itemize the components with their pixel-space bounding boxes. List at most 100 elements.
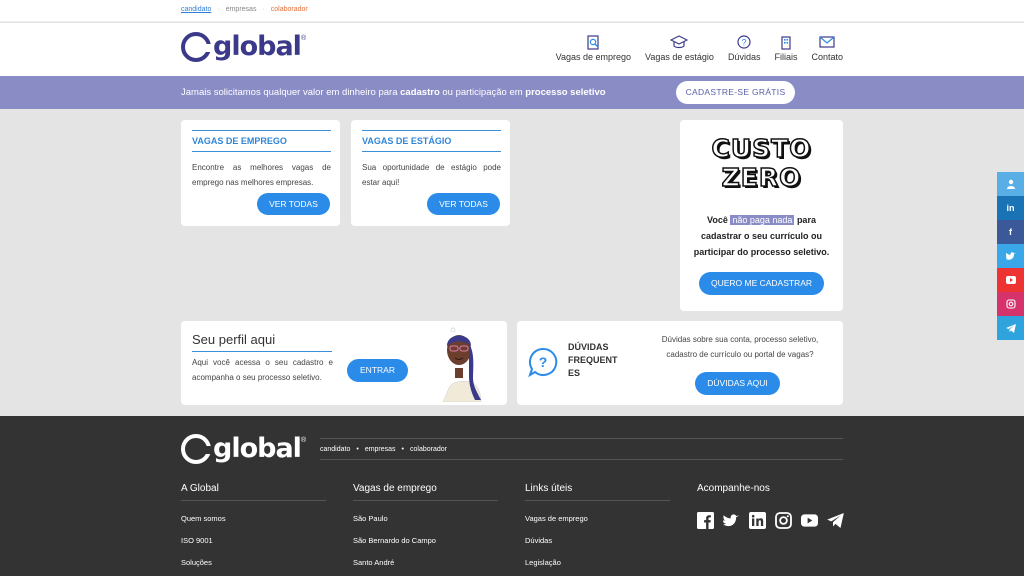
mail-icon [819,34,835,50]
graduation-cap-icon [670,34,689,50]
login-button[interactable]: ENTRAR [347,359,408,382]
footer: global ® candidato • empresas • colabora… [0,416,1024,576]
linkedin-icon[interactable]: in [997,196,1024,220]
nav-label: Vagas de estágio [645,52,714,62]
nav-filiais[interactable]: Filiais [774,34,797,62]
footer-link[interactable]: São Paulo [353,514,498,523]
question-icon: ? [737,34,751,50]
twitter-icon[interactable] [997,244,1024,268]
footer-col-social: Acompanhe-nos [697,483,844,529]
registered-mark: ® [300,437,307,444]
linkedin-icon[interactable] [749,512,766,529]
nav-duvidas[interactable]: ? Dúvidas [727,34,761,62]
facebook-icon[interactable]: f [997,220,1024,244]
search-doc-icon [587,34,600,50]
view-all-internships-button[interactable]: VER TODAS [427,193,500,215]
footer-col-title: Links úteis [525,483,670,501]
footer-col-title: A Global [181,483,326,501]
heading-line: CUSTO [711,133,812,164]
footer-link[interactable]: ISO 9001 [181,536,326,545]
banner-text: Jamais solicitamos qualquer valor em din… [181,87,401,98]
card-description: Encontre as melhores vagas de emprego na… [192,163,331,187]
telegram-icon[interactable] [997,316,1024,340]
footer-link-empresas[interactable]: empresas [365,446,396,453]
youtube-icon[interactable] [801,512,818,529]
custo-zero-heading: CUSTO ZERO [680,133,843,193]
footer-social-icons [697,512,844,529]
instagram-icon[interactable] [997,292,1024,316]
telegram-icon[interactable] [827,512,844,529]
link-colaborador[interactable]: colaborador [271,6,308,13]
card-custo-zero: CUSTO ZERO Você não paga nada para cadas… [680,120,843,311]
logo[interactable]: global ® [181,31,306,62]
footer-col-links-uteis: Links úteis Vagas de emprego Dúvidas Leg… [525,483,670,567]
footer-col-a-global: A Global Quem somos ISO 9001 Soluções [181,483,326,567]
register-button[interactable]: QUERO ME CADASTRAR [699,272,824,295]
twitter-icon[interactable] [723,512,740,529]
bullet: • [356,445,359,453]
footer-link[interactable]: Soluções [181,558,326,567]
logo-mark-icon [181,31,211,62]
nav-contato[interactable]: Contato [811,34,843,62]
heading-line: ZERO [721,162,802,193]
warning-banner: Jamais solicitamos qualquer valor em din… [0,76,1024,109]
nav-label: Vagas de emprego [555,52,632,62]
footer-link[interactable]: Quem somos [181,514,326,523]
bullet: • [401,445,404,453]
footer-link[interactable]: Legislação [525,558,670,567]
top-bar: candidato · empresas · colaborador [0,0,1024,22]
card-title: VAGAS DE ESTÁGIO [362,130,501,152]
text: Você [707,215,731,225]
separator: · [262,6,265,13]
nav-label: Dúvidas [727,52,761,62]
signup-free-button[interactable]: CADASTRE-SE GRÁTIS [676,81,795,104]
banner-bold: processo seletivo [525,87,606,98]
question-bubble-icon: ? [528,347,558,378]
footer-link[interactable]: São Bernardo do Campo [353,536,498,545]
footer-link[interactable]: Santo André [353,558,498,567]
logo-mark-icon [181,433,211,464]
card-description: Sua oportunidade de estágio pode estar a… [362,163,501,187]
user-icon[interactable] [997,172,1024,196]
nav-vagas-estagio[interactable]: Vagas de estágio [645,34,714,62]
custo-zero-text: Você não paga nada para cadastrar o seu … [690,212,833,260]
logo-text: global [213,31,302,62]
building-icon [779,34,793,50]
faq-heading-line: FREQUENT [568,355,618,365]
youtube-icon[interactable] [997,268,1024,292]
audience-links: candidato · empresas · colaborador [181,6,308,13]
footer-link[interactable]: Dúvidas [525,536,670,545]
profile-title: Seu perfil aqui [192,332,276,347]
footer-col-title: Vagas de emprego [353,483,498,501]
facebook-icon[interactable] [697,512,714,529]
footer-logo[interactable]: global ® [181,433,306,464]
card-title: VAGAS DE EMPREGO [192,130,331,152]
faq-heading-line: DÚVIDAS [568,342,609,352]
highlight: não paga nada [730,215,795,225]
footer-link-candidato[interactable]: candidato [320,446,350,453]
link-candidato[interactable]: candidato [181,6,211,13]
card-vagas-estagio: VAGAS DE ESTÁGIO Sua oportunidade de est… [351,120,510,226]
logo-text: global [213,433,302,464]
card-duvidas: ? DÚVIDAS FREQUENT ES Dúvidas sobre sua … [517,321,843,405]
person-illustration [442,327,482,402]
footer-link[interactable]: Vagas de emprego [525,514,670,523]
separator: · [217,6,220,13]
faq-description: Dúvidas sobre sua conta, processo seleti… [661,335,819,359]
view-all-jobs-button[interactable]: VER TODAS [257,193,330,215]
instagram-icon[interactable] [775,512,792,529]
social-sidebar: in f [997,172,1024,340]
svg-text:?: ? [539,354,548,370]
card-vagas-emprego: VAGAS DE EMPREGO Encontre as melhores va… [181,120,340,226]
divider [192,351,332,352]
registered-mark: ® [300,35,307,42]
link-empresas[interactable]: empresas [226,6,257,13]
faq-heading: DÚVIDAS FREQUENT ES [568,341,618,380]
faq-button[interactable]: DÚVIDAS AQUI [695,372,780,395]
nav-vagas-emprego[interactable]: Vagas de emprego [556,34,631,62]
footer-link-colaborador[interactable]: colaborador [410,446,447,453]
nav-label: Contato [811,52,843,62]
profile-description: Aqui você acessa o seu cadastro e acompa… [192,358,333,382]
footer-col-title: Acompanhe-nos [697,483,770,494]
footer-audience-links: candidato • empresas • colaborador [320,438,843,460]
